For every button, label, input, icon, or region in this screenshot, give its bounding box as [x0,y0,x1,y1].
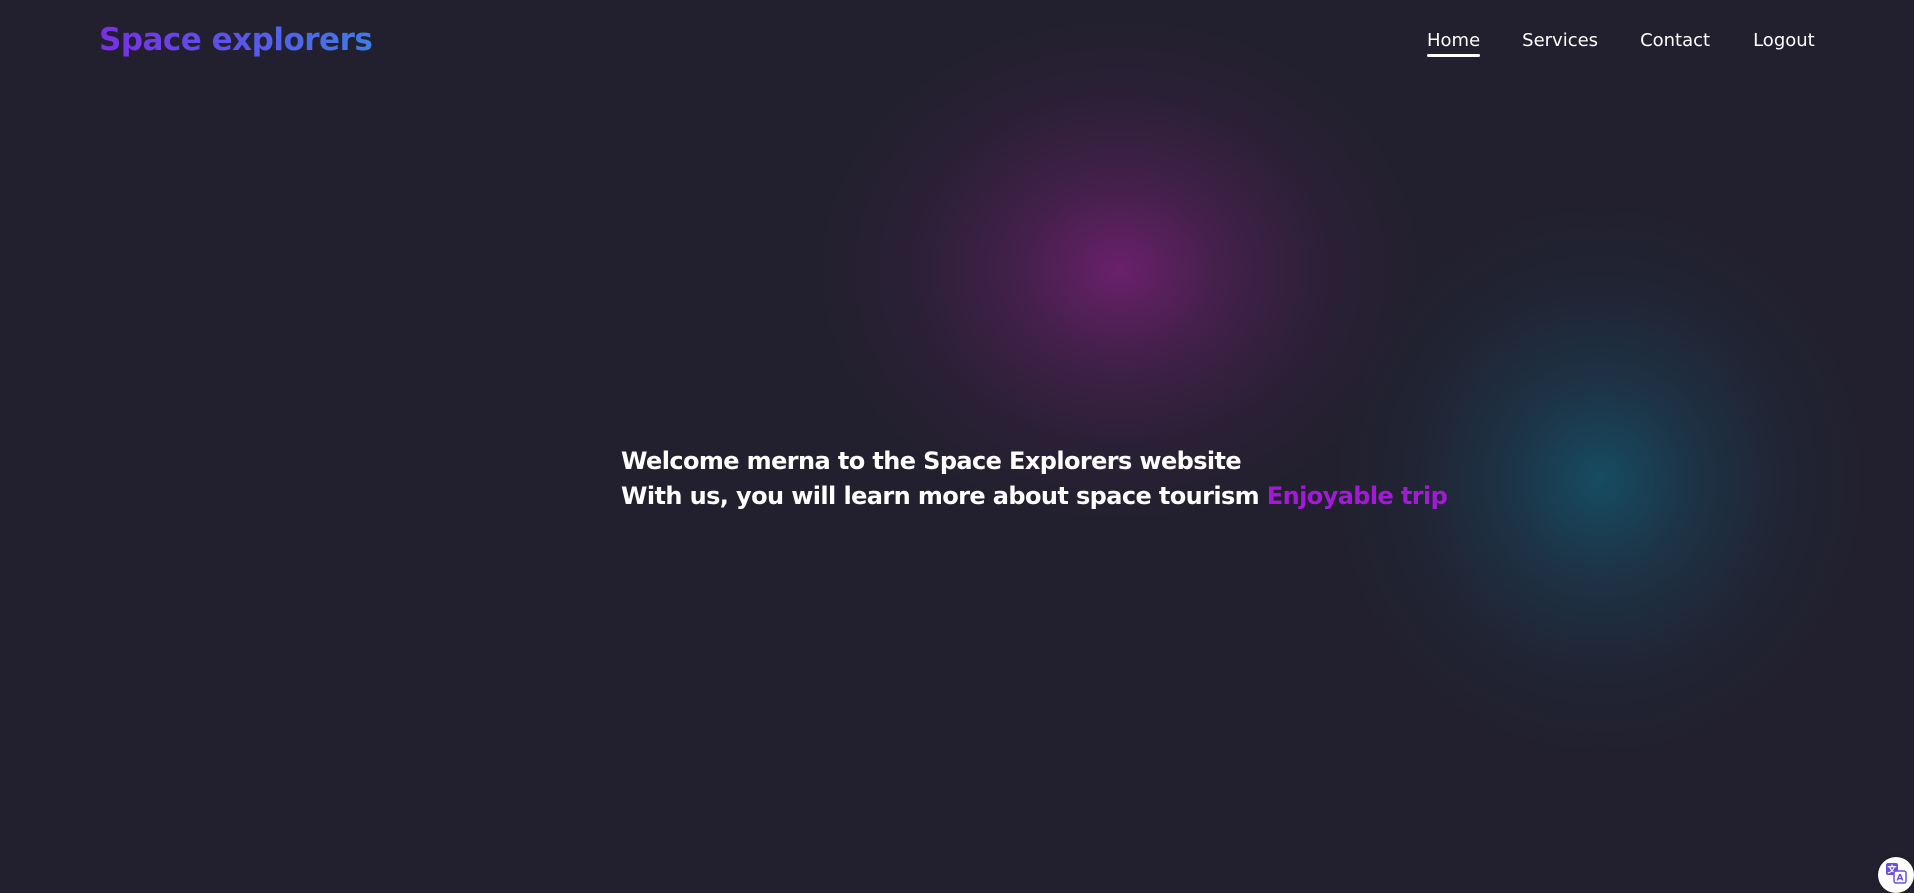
nav-services[interactable]: Services [1522,30,1598,57]
translate-button[interactable]: 文 A [1878,857,1914,893]
nav-logout-label: Logout [1753,30,1815,51]
nav-logout[interactable]: Logout [1753,30,1815,57]
main-nav: Home Services Contact Logout [1427,30,1815,57]
hero-tagline: With us, you will learn more about space… [621,482,1260,510]
nav-home[interactable]: Home [1427,30,1481,57]
site-header: Space explorers Home Services Contact Lo… [0,0,1914,86]
hero-tagline-line: With us, you will learn more about space… [621,479,1448,514]
nav-services-label: Services [1522,30,1599,51]
nav-contact[interactable]: Contact [1640,30,1710,57]
nav-home-label: Home [1427,30,1481,51]
active-underline [1427,54,1481,57]
brand-logo[interactable]: Space explorers [99,22,373,58]
hero-welcome-line: Welcome merna to the Space Explorers web… [621,447,1242,475]
svg-text:A: A [1897,874,1904,884]
hero-highlight: Enjoyable trip [1266,482,1448,510]
page: Space explorers Home Services Contact Lo… [0,0,1914,893]
nav-contact-label: Contact [1640,30,1711,51]
hero-text: Welcome merna to the Space Explorers web… [621,444,1448,514]
translate-icon: 文 A [1884,861,1908,889]
